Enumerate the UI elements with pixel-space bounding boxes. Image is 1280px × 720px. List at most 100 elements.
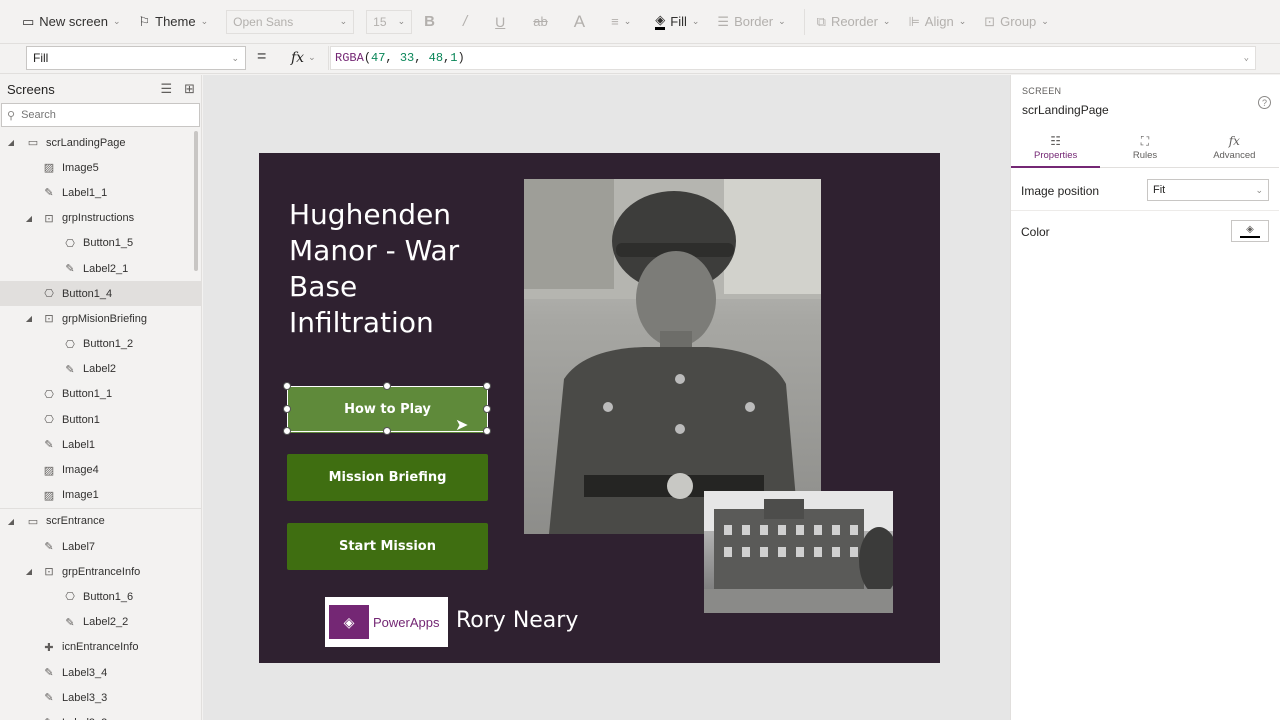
tree-node[interactable]: ⎔ Button1_2 [0, 332, 201, 357]
resize-handle[interactable] [283, 427, 291, 435]
tree-node[interactable]: ✎ Label1 [0, 432, 201, 457]
ribbon-toolbar: ▭ New screen ⌄ ⚐ Theme ⌄ Open Sans ⌄ 15 … [0, 0, 1280, 44]
color-label: Color [1021, 225, 1050, 239]
resize-handle[interactable] [483, 405, 491, 413]
tree-node[interactable]: ✎Label3_2 [0, 710, 201, 720]
group-icon: ⊡ [44, 566, 54, 579]
tree-search-input[interactable] [21, 109, 172, 121]
resize-handle[interactable] [283, 382, 291, 390]
image-position-row: Image position Fit ⌄ [1011, 171, 1279, 211]
app-title-label[interactable]: Hughenden Manor - War Base Infiltration [289, 197, 489, 341]
theme-button[interactable]: ⚐ Theme ⌄ [138, 14, 208, 30]
tree-node[interactable]: ◢ ⊡ grpEntranceInfo [0, 559, 201, 584]
tree-node[interactable]: ◢ ▭ scrLandingPage [0, 130, 201, 155]
label-icon: ✎ [44, 667, 54, 680]
tree-node[interactable]: ⎔ Button1 [0, 407, 201, 432]
tree-node[interactable]: ✎ Label3_4 [0, 660, 201, 685]
list-view-icon[interactable]: ☰ [160, 81, 172, 97]
powerapps-logo[interactable]: ◈ PowerApps [325, 597, 448, 647]
tree-node[interactable]: ◢ ⊡ grpInstructions [0, 206, 201, 231]
align-button[interactable]: ⊫ Align ⌄ [908, 14, 966, 30]
font-family-select[interactable]: Open Sans ⌄ [226, 9, 355, 34]
expand-toggle-icon[interactable]: ◢ [6, 138, 16, 147]
color-swatch [1240, 236, 1260, 238]
chevron-down-icon: ⌄ [397, 16, 406, 26]
label-icon: ✎ [65, 616, 75, 629]
image-position-select[interactable]: Fit ⌄ [1147, 179, 1269, 201]
tree-node[interactable]: ▨ Image1 [0, 483, 201, 508]
tree-node[interactable]: ◢ ▭ scrEntrance [0, 509, 201, 534]
reorder-button[interactable]: ⧉ Reorder ⌄ [817, 14, 891, 30]
soldier-portrait-image[interactable] [524, 179, 821, 534]
resize-handle[interactable] [483, 427, 491, 435]
tree-node[interactable]: ⎔ Button1_6 [0, 584, 201, 609]
tree-node[interactable]: ▨ Image4 [0, 457, 201, 482]
fill-button[interactable]: ◈ Fill ⌄ [655, 13, 699, 30]
font-size-select[interactable]: 15 ⌄ [366, 9, 413, 34]
tree-node[interactable]: ✚ icnEntranceInfo [0, 635, 201, 660]
expand-toggle-icon[interactable]: ◢ [6, 517, 16, 526]
start-mission-button[interactable]: Start Mission [287, 523, 488, 570]
tree-node[interactable]: ✎ Label3_3 [0, 685, 201, 710]
tree-node[interactable]: ⎔ Button1_5 [0, 231, 201, 256]
resize-handle[interactable] [483, 382, 491, 390]
fx-button[interactable]: fx ⌄ [281, 46, 329, 70]
group-icon: ⊡ [44, 212, 54, 225]
app-screen-preview[interactable]: Hughenden Manor - War Base Infiltration [259, 153, 940, 663]
chevron-down-icon: ⌄ [308, 53, 316, 63]
tree-scrollbar[interactable] [194, 131, 198, 271]
border-button[interactable]: ☰ Border ⌄ [717, 14, 785, 30]
tree-node-label: Label3_4 [62, 666, 108, 679]
icons-icon: ✚ [44, 641, 54, 654]
tree-node[interactable]: ⎔ Button1_4 [0, 281, 201, 307]
tab-advanced[interactable]: fx Advanced [1190, 130, 1279, 167]
new-screen-button[interactable]: ▭ New screen ⌄ [22, 14, 120, 30]
mission-briefing-button[interactable]: Mission Briefing [287, 454, 488, 501]
expand-toggle-icon[interactable]: ◢ [24, 314, 34, 323]
resize-handle[interactable] [283, 405, 291, 413]
design-canvas[interactable]: Hughenden Manor - War Base Infiltration [203, 75, 1010, 720]
tree-node[interactable]: ⎔ Button1_1 [0, 382, 201, 407]
label-icon: ✎ [44, 541, 54, 554]
button-icon: ⎔ [44, 414, 54, 427]
tree-node[interactable]: ✎ Label7 [0, 534, 201, 559]
expand-toggle-icon[interactable]: ◢ [24, 214, 34, 223]
tree-node[interactable]: ✎ Label2_2 [0, 610, 201, 635]
manor-house-image[interactable] [704, 491, 893, 613]
bold-icon[interactable]: B [424, 13, 435, 30]
tree-search-box[interactable]: ⚲ [1, 103, 200, 127]
italic-icon[interactable]: / [463, 13, 467, 30]
formula-input[interactable]: RGBA(47, 33, 48,1) ⌄ [330, 46, 1256, 70]
chevron-down-icon: ⌄ [339, 16, 348, 26]
property-select[interactable]: Fill ⌄ [26, 46, 246, 70]
expand-formula-icon[interactable]: ⌄ [1244, 53, 1249, 63]
tree-title: Screens [7, 81, 55, 97]
chevron-down-icon: ⌄ [231, 52, 239, 63]
tree-node[interactable]: ✎ Label2_1 [0, 256, 201, 281]
label-icon: ✎ [44, 187, 54, 200]
thumbnail-view-icon[interactable]: ⊞ [184, 81, 195, 97]
author-label[interactable]: Rory Neary [456, 608, 578, 633]
image-icon: ▨ [43, 464, 55, 477]
tree-node[interactable]: ◢ ⊡ grpMisionBriefing [0, 306, 201, 331]
tree-node[interactable]: ▨ Image5 [0, 155, 201, 180]
expand-toggle-icon[interactable]: ◢ [24, 567, 34, 576]
tab-properties[interactable]: ☷ Properties [1011, 130, 1101, 168]
underline-icon[interactable]: U [495, 14, 505, 30]
font-color-icon[interactable]: A [574, 12, 585, 32]
tree-node-label: grpInstructions [62, 212, 135, 225]
color-picker[interactable]: ◈ [1231, 220, 1269, 242]
tree-node[interactable]: ✎ Label2 [0, 357, 201, 382]
tab-rules[interactable]: ⛶ Rules [1100, 130, 1189, 167]
resize-handle[interactable] [383, 382, 391, 390]
screen-icon: ▭ [27, 515, 39, 528]
strikethrough-icon[interactable]: ab [533, 14, 547, 29]
text-align-icon[interactable]: ≡ ⌄ [611, 14, 631, 29]
group-button[interactable]: ⊡ Group ⌄ [984, 14, 1049, 30]
resize-handle[interactable] [383, 427, 391, 435]
tree-node[interactable]: ✎ Label1_1 [0, 180, 201, 205]
chevron-down-icon: ⌄ [1255, 184, 1263, 195]
tree-node-label: grpMisionBriefing [62, 312, 147, 325]
help-icon[interactable]: ? [1258, 96, 1271, 109]
label-icon: ✎ [41, 716, 57, 720]
